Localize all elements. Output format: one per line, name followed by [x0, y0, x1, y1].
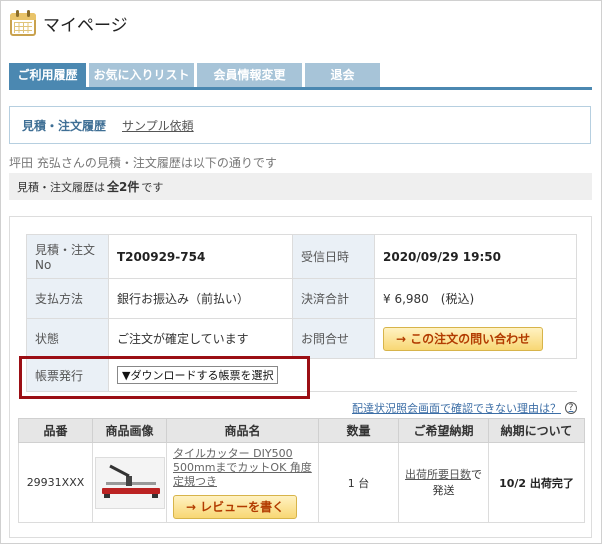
arrow-right-icon: →	[186, 499, 197, 514]
order-no-label: 見積・注文No	[26, 234, 109, 279]
tab-withdraw[interactable]: 退会	[305, 63, 380, 88]
product-image[interactable]	[94, 456, 165, 509]
status-value: ご注文が確定しています	[108, 318, 293, 359]
count-prefix: 見積・注文履歴は	[17, 180, 105, 194]
order-panel: 見積・注文No T200929-754 受信日時 2020/09/29 19:5…	[9, 216, 592, 538]
write-review-button[interactable]: → レビューを書く	[173, 494, 298, 519]
voucher-highlight-box	[19, 356, 310, 399]
help-icon: ?	[565, 402, 577, 414]
col-header-qty: 数量	[318, 418, 399, 443]
delivery-status-help-link[interactable]: 配達状況照会画面で確認できない理由は？ ?	[352, 400, 577, 416]
item-qty: 1 台	[318, 442, 399, 523]
received-value: 2020/09/29 19:50	[383, 249, 501, 264]
page-header: マイページ	[9, 7, 128, 39]
tab-member-info[interactable]: 会員情報変更	[197, 63, 302, 88]
item-image-cell	[92, 442, 167, 523]
col-header-name: 商品名	[166, 418, 319, 443]
col-header-delivery: ご希望納期	[398, 418, 489, 443]
tab-usage-history[interactable]: ご利用履歴	[9, 63, 86, 88]
col-header-delivery-status: 納期について	[488, 418, 585, 443]
payment-label: 支払方法	[26, 278, 109, 319]
item-delivery-cell: 出荷所要日数で発送	[398, 442, 489, 523]
history-count-bar: 見積・注文履歴は 全2件 です	[9, 173, 592, 200]
tile-cutter-icon	[101, 464, 160, 498]
payment-value: 銀行お振込み（前払い）	[108, 278, 293, 319]
table-row: 29931XXX タイルカッター DIY500 500mmまでカットOK 角度定…	[18, 442, 585, 523]
total-value: ¥ 6,980 (税込)	[374, 278, 577, 319]
count-value: 全2件	[107, 180, 140, 194]
inquiry-label: お問合せ	[292, 318, 375, 359]
item-code: 29931XXX	[18, 442, 93, 523]
subnav-order-history[interactable]: 見積・注文履歴	[22, 117, 106, 134]
calendar-icon	[9, 9, 37, 37]
review-button-label: レビューを書く	[200, 499, 285, 514]
tab-favorites[interactable]: お気に入りリスト	[89, 63, 194, 88]
history-note: 坪田 充弘さんの見積・注文履歴は以下の通りです	[9, 156, 277, 170]
lead-time-link[interactable]: 出荷所要日数	[405, 468, 471, 481]
tab-bar: ご利用履歴 お気に入りリスト 会員情報変更 退会	[9, 63, 383, 88]
delivery-status-value: 10/2 出荷完了	[499, 476, 574, 490]
tab-underline	[9, 87, 592, 90]
delivery-status-help-text: 配達状況照会画面で確認できない理由は？	[352, 402, 561, 415]
item-delivery-status: 10/2 出荷完了	[488, 442, 585, 523]
total-label: 決済合計	[292, 278, 375, 319]
subnav: 見積・注文履歴 サンプル依頼	[9, 106, 591, 144]
inquiry-button-label: この注文の問い合わせ	[410, 331, 531, 346]
col-header-image: 商品画像	[92, 418, 167, 443]
received-label: 受信日時	[292, 234, 375, 279]
arrow-right-icon: →	[396, 331, 407, 346]
product-name-link[interactable]: タイルカッター DIY500 500mmまでカットOK 角度定規つき	[173, 447, 312, 489]
item-name-cell: タイルカッター DIY500 500mmまでカットOK 角度定規つき → レビュー…	[166, 442, 319, 523]
status-label: 状態	[26, 318, 109, 359]
items-table: 品番 商品画像 商品名 数量 ご希望納期 納期について 29931XXX タイル…	[18, 418, 585, 523]
order-no-value: T200929-754	[117, 249, 206, 264]
count-suffix: です	[141, 180, 164, 194]
page-title: マイページ	[43, 15, 128, 36]
col-header-code: 品番	[18, 418, 93, 443]
subnav-sample-request[interactable]: サンプル依頼	[122, 117, 194, 134]
order-inquiry-button[interactable]: → この注文の問い合わせ	[383, 326, 544, 351]
